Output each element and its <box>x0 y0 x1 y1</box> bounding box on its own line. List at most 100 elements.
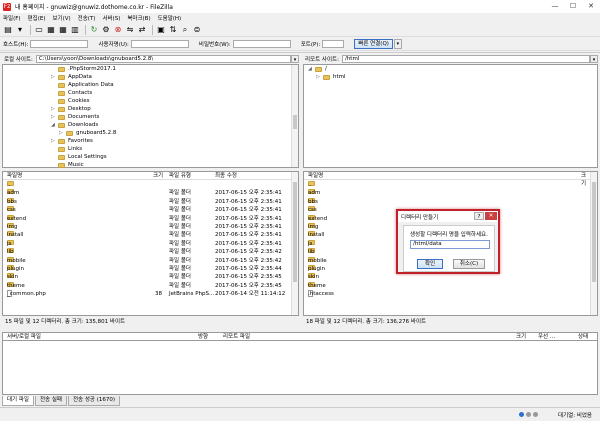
tree-item[interactable]: .PhpStorm2017.1 <box>51 65 116 73</box>
expand-icon[interactable]: ▷ <box>51 73 57 81</box>
minimize-button[interactable]: — <box>546 0 564 12</box>
cancel-button[interactable]: 취소(C) <box>453 259 485 269</box>
column-type[interactable]: 파일 유형 <box>169 172 191 180</box>
local-list-scrollbar[interactable] <box>291 172 298 315</box>
column-status[interactable]: 상태 <box>578 333 588 341</box>
file-row[interactable]: _common.php 38 JetBrains PhpS... 2017-06-14… <box>3 290 291 298</box>
column-size[interactable]: 크기 <box>153 172 163 180</box>
menu-edit[interactable]: 편집(E) <box>28 14 46 22</box>
reconnect-icon[interactable]: ⇄ <box>137 25 147 35</box>
menu-transfer[interactable]: 전송(T) <box>78 14 96 22</box>
tree-item[interactable]: Cookies <box>51 97 90 105</box>
compare-icon[interactable]: ⊜ <box>192 25 202 35</box>
file-row[interactable]: css 파일 폴더 2017-06-15 오후 2:35:41 <box>3 206 291 214</box>
file-row[interactable]: extend 파일 폴더 2017-06-15 오후 2:35:41 <box>3 214 291 223</box>
file-row[interactable]: bbs <box>304 197 592 206</box>
tree-item[interactable]: ▷ html <box>316 73 346 81</box>
expand-icon[interactable]: ▷ <box>59 129 65 137</box>
tree-item[interactable]: Contacts <box>51 89 92 97</box>
tab-successful-transfers[interactable]: 전송 성공 (1670) <box>68 396 121 406</box>
quickconnect-button[interactable]: 빠른 연결(Q) <box>354 39 393 49</box>
file-row[interactable]: .. <box>304 181 592 189</box>
local-path-dropdown[interactable]: ▾ <box>291 54 299 63</box>
tree-item[interactable]: ▷ Documents <box>51 113 99 121</box>
username-input[interactable] <box>130 40 189 48</box>
toggle-tree-icon[interactable]: ▦ <box>46 25 56 35</box>
file-row[interactable]: lib 파일 폴더 2017-06-15 오후 2:35:42 <box>3 248 291 256</box>
menu-view[interactable]: 보기(V) <box>52 14 70 22</box>
transfer-queue-list[interactable] <box>2 341 598 395</box>
cancel-operation-icon[interactable]: ⊗ <box>113 25 123 35</box>
scrollbar-thumb[interactable] <box>592 182 596 282</box>
tree-item[interactable]: Music <box>51 161 84 169</box>
dialog-close-button[interactable]: ✕ <box>485 212 497 220</box>
toggle-log-icon[interactable]: ▭ <box>34 25 44 35</box>
tree-item[interactable]: ◢ / <box>308 65 327 73</box>
scrollbar-thumb[interactable] <box>293 182 297 282</box>
file-row[interactable]: adm 파일 폴더 2017-06-15 오후 2:35:41 <box>3 189 291 197</box>
process-queue-icon[interactable]: ⚙ <box>101 25 111 35</box>
disconnect-icon[interactable]: ⇋ <box>125 25 135 35</box>
scrollbar-thumb[interactable] <box>293 115 297 129</box>
tab-queued-files[interactable]: 대기 파일 <box>2 396 34 406</box>
tree-item-selected[interactable]: ▷ gnuboard5.2.8 <box>59 129 116 137</box>
dropdown-arrow-icon[interactable]: ▾ <box>15 25 25 35</box>
file-row[interactable]: mobile 파일 폴더 2017-06-15 오후 2:35:42 <box>3 256 291 265</box>
close-window-button[interactable]: ✕ <box>582 0 600 12</box>
file-row[interactable]: skin 파일 폴더 2017-06-15 오후 2:35:45 <box>3 273 291 281</box>
local-tree-scrollbar[interactable] <box>291 65 298 167</box>
collapse-icon[interactable]: ◢ <box>308 65 314 73</box>
local-directory-tree[interactable]: .PhpStorm2017.1 ▷ AppData Application Dat… <box>2 64 299 168</box>
directory-name-input[interactable]: /html/data <box>410 240 490 249</box>
column-queue-size[interactable]: 크기 <box>516 333 526 341</box>
menu-help[interactable]: 도움말(H) <box>158 14 182 22</box>
column-priority[interactable]: 우선 ... <box>538 333 555 341</box>
file-row[interactable]: .. <box>3 181 291 189</box>
search-icon[interactable]: ⌕ <box>180 25 190 35</box>
column-remote-file[interactable]: 리모트 파일 <box>223 333 250 341</box>
tree-item[interactable]: Local Settings <box>51 153 107 161</box>
local-path-input[interactable]: C:\Users\yoon\Downloads\gnuboard5.2.8\ <box>35 54 291 63</box>
column-direction[interactable]: 방향 <box>198 333 208 341</box>
site-manager-icon[interactable]: ▤ <box>3 25 13 35</box>
file-row[interactable]: js 파일 폴더 2017-06-15 오후 2:35:41 <box>3 239 291 248</box>
file-row[interactable]: plugin 파일 폴더 2017-06-15 오후 2:35:44 <box>3 265 291 273</box>
expand-icon[interactable]: ▷ <box>51 113 57 121</box>
expand-icon[interactable]: ▷ <box>316 73 322 81</box>
file-row[interactable]: bbs 파일 폴더 2017-06-15 오후 2:35:41 <box>3 197 291 206</box>
tree-item[interactable]: ▷ Favorites <box>51 137 93 145</box>
host-input[interactable] <box>30 40 89 48</box>
remote-directory-tree[interactable]: ◢ / ▷ html <box>303 64 598 168</box>
maximize-button[interactable]: ☐ <box>564 0 582 12</box>
tree-item[interactable]: Application Data <box>51 81 114 89</box>
file-row[interactable]: theme <box>304 281 592 290</box>
toggle-queue-icon[interactable]: ▥ <box>70 25 80 35</box>
directory-listing-filter-icon[interactable]: ▣ <box>156 25 166 35</box>
quickconnect-history-dropdown[interactable]: ▾ <box>393 39 402 49</box>
tree-item[interactable]: ▷ AppData <box>51 73 92 81</box>
password-input[interactable] <box>232 40 291 48</box>
column-filename[interactable]: 파일명 <box>7 172 22 180</box>
tree-item[interactable]: ▷ Desktop <box>51 105 91 113</box>
remote-list-scrollbar[interactable] <box>590 172 597 315</box>
remote-path-input[interactable]: /html <box>341 54 590 63</box>
port-input[interactable] <box>322 40 345 48</box>
tab-failed-transfers[interactable]: 전송 실패 <box>35 396 67 406</box>
file-row[interactable]: img 파일 폴더 2017-06-15 오후 2:35:41 <box>3 223 291 231</box>
help-button[interactable]: ? <box>474 212 484 220</box>
refresh-icon[interactable]: ↻ <box>89 25 99 35</box>
remote-path-dropdown[interactable]: ▾ <box>590 54 598 63</box>
local-file-list[interactable]: 파일명 크기 파일 유형 최종 수정 .. adm 파일 폴더 2017-06-15 … <box>2 171 299 316</box>
toggle-remote-tree-icon[interactable]: ▦ <box>58 25 68 35</box>
column-modified[interactable]: 최종 수정 <box>215 172 237 180</box>
file-row[interactable]: .htaccess <box>304 290 592 298</box>
menu-file[interactable]: 파일(F) <box>3 14 21 22</box>
tree-item[interactable]: ◢ Downloads <box>51 121 98 129</box>
expand-icon[interactable]: ▷ <box>51 137 57 145</box>
file-row[interactable]: theme 파일 폴더 2017-06-15 오후 2:35:45 <box>3 281 291 290</box>
file-row[interactable]: install 파일 폴더 2017-06-15 오후 2:35:41 <box>3 231 291 239</box>
file-row[interactable]: adm <box>304 189 592 197</box>
file-row[interactable]: skin <box>304 273 592 281</box>
menu-server[interactable]: 서버(S) <box>102 14 120 22</box>
column-filename[interactable]: 파일명 <box>308 172 323 180</box>
